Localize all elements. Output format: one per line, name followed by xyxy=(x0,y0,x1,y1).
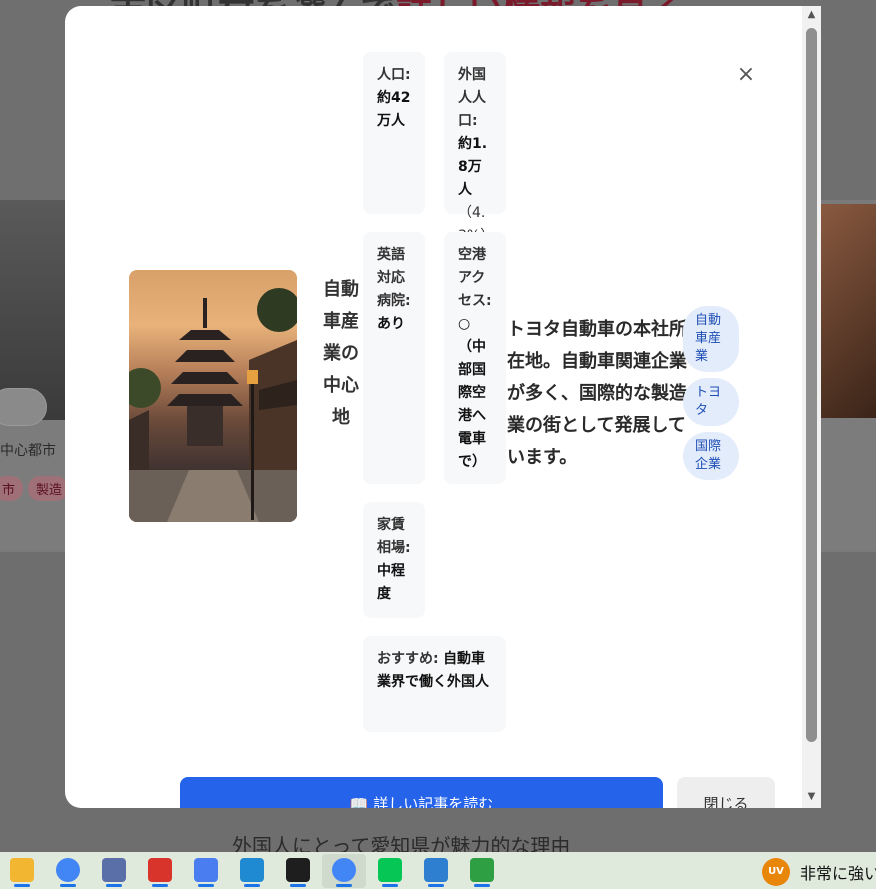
vscode-icon[interactable] xyxy=(240,858,264,882)
scroll-down-arrow-icon[interactable]: ▼ xyxy=(804,790,819,804)
app-green-icon[interactable] xyxy=(470,858,494,882)
hospital-value: あり xyxy=(377,316,405,332)
background-card-button xyxy=(0,388,47,426)
line-icon[interactable] xyxy=(378,858,402,882)
taskbar-running-indicator xyxy=(60,884,76,887)
population-card: 人口: 約42万人 xyxy=(363,52,425,214)
photos-icon[interactable] xyxy=(424,858,448,882)
population-label: 人口: xyxy=(377,67,411,83)
app-red-icon[interactable] xyxy=(148,858,172,882)
city-detail-modal: × 自動車産業の中心地 人口: 約42万人 外国人人口: 約1.8万人 （4. … xyxy=(65,6,821,808)
user-avatar[interactable]: UV xyxy=(762,858,790,886)
modal-title: 自動車産業の中心地 xyxy=(323,279,359,428)
recommend-label: おすすめ: xyxy=(377,651,439,667)
tag-toyota: トヨタ xyxy=(683,378,739,426)
close-button[interactable]: 閉じる xyxy=(677,777,775,808)
close-icon[interactable]: × xyxy=(733,62,759,88)
read-article-button[interactable]: 📖 詳しい記事を読む xyxy=(180,777,663,808)
taskbar-status-text[interactable]: 非常に強い xyxy=(800,860,876,884)
file-explorer-icon[interactable] xyxy=(10,858,34,882)
airport-label: 空港アクセス: xyxy=(458,247,492,309)
foreign-population-card: 外国人人口: 約1.8万人 （4.3%） xyxy=(444,52,506,244)
background-tag: 市 xyxy=(0,476,24,501)
hospital-card: 英語対応病院: あり xyxy=(363,232,425,484)
taskbar-running-indicator xyxy=(14,884,30,887)
taskbar-running-indicator xyxy=(336,884,352,887)
foreign-population-value: 約1.8万人 xyxy=(458,136,488,198)
taskbar-running-indicator xyxy=(106,884,122,887)
taskbar-running-indicator xyxy=(198,884,214,887)
taskbar-running-indicator xyxy=(474,884,490,887)
city-photo xyxy=(129,270,297,522)
airport-card: 空港アクセス: ○ （中部国際空港へ電車で） xyxy=(444,232,506,484)
chrome-icon[interactable] xyxy=(56,858,80,882)
tag-automotive: 自動車産業 xyxy=(683,306,739,372)
rent-card: 家賃相場: 中程度 xyxy=(363,502,425,618)
airport-note: （中部国際空港へ電車で） xyxy=(458,339,486,470)
taskbar-running-indicator xyxy=(152,884,168,887)
airport-value: ○ xyxy=(458,316,471,332)
population-value: 約42万人 xyxy=(377,90,411,129)
app-g-icon[interactable] xyxy=(194,858,218,882)
background-city-image xyxy=(0,200,65,420)
rent-label: 家賃相場: xyxy=(377,517,411,556)
scrollbar-thumb[interactable] xyxy=(806,28,817,742)
background-tag: 製造 xyxy=(28,476,68,501)
chrome-profile-icon[interactable] xyxy=(332,858,356,882)
taskbar-running-indicator xyxy=(428,884,444,887)
pagoda-street-illustration xyxy=(129,288,297,522)
background-right-card xyxy=(820,418,876,550)
app-black-icon[interactable] xyxy=(286,858,310,882)
background-right-image xyxy=(820,204,876,418)
background-city-text: 中心都市 xyxy=(0,443,56,459)
rent-value: 中程度 xyxy=(377,563,405,602)
taskbar-running-indicator xyxy=(244,884,260,887)
recommend-card: おすすめ: 自動車業界で働く外国人 xyxy=(363,636,506,732)
taskbar-running-indicator xyxy=(382,884,398,887)
hospital-label: 英語対応病院: xyxy=(377,247,411,309)
tag-international: 国際企業 xyxy=(683,432,739,480)
calculator-icon[interactable] xyxy=(102,858,126,882)
city-description: トヨタ自動車の本社所在地。自動車関連企業が多く、国際的な製造業の街として発展して… xyxy=(507,319,687,468)
taskbar-running-indicator xyxy=(290,884,306,887)
scroll-up-arrow-icon[interactable]: ▲ xyxy=(804,8,819,22)
foreign-population-label: 外国人人口: xyxy=(458,67,486,129)
